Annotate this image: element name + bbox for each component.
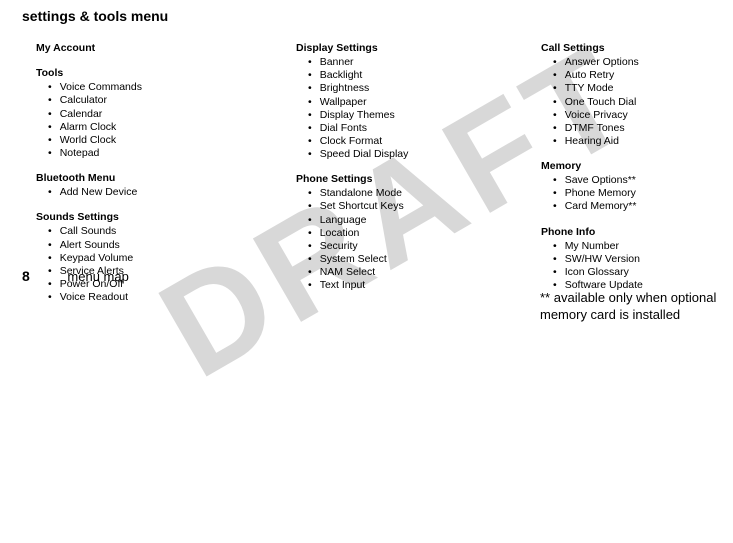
menu-list: Answer Options Auto Retry TTY Mode One T… xyxy=(541,56,721,148)
list-item: Brightness xyxy=(308,82,541,95)
menu-list: Call Sounds Alert Sounds Keypad Volume S… xyxy=(36,225,296,304)
menu-list: Standalone Mode Set Shortcut Keys Langua… xyxy=(296,187,541,292)
list-item: Voice Commands xyxy=(48,81,296,94)
list-item: Icon Glossary xyxy=(553,266,721,279)
list-item: Calendar xyxy=(48,108,296,121)
section-heading: My Account xyxy=(36,42,296,55)
list-item: Auto Retry xyxy=(553,69,721,82)
list-item: My Number xyxy=(553,240,721,253)
section-heading: Sounds Settings xyxy=(36,211,296,224)
page-number: 8 xyxy=(22,268,30,284)
section-heading: Display Settings xyxy=(296,42,541,55)
list-item: Speed Dial Display xyxy=(308,148,541,161)
list-item: Save Options** xyxy=(553,174,721,187)
list-item: Alarm Clock xyxy=(48,121,296,134)
column-3: Call Settings Answer Options Auto Retry … xyxy=(541,42,721,304)
list-item: Dial Fonts xyxy=(308,122,541,135)
section-heading: Phone Settings xyxy=(296,173,541,186)
list-item: TTY Mode xyxy=(553,82,721,95)
column-1: My Account Tools Voice Commands Calculat… xyxy=(36,42,296,304)
list-item: Security xyxy=(308,240,541,253)
list-item: System Select xyxy=(308,253,541,266)
section-heading: Phone Info xyxy=(541,226,721,239)
list-item: Call Sounds xyxy=(48,225,296,238)
list-item: Standalone Mode xyxy=(308,187,541,200)
list-item: Set Shortcut Keys xyxy=(308,200,541,213)
list-item: Hearing Aid xyxy=(553,135,721,148)
list-item: DTMF Tones xyxy=(553,122,721,135)
page-content: settings & tools menu My Account Tools V… xyxy=(0,0,733,304)
list-item: Wallpaper xyxy=(308,96,541,109)
list-item: Add New Device xyxy=(48,186,296,199)
list-item: Text Input xyxy=(308,279,541,292)
column-2: Display Settings Banner Backlight Bright… xyxy=(296,42,541,304)
list-item: Calculator xyxy=(48,94,296,107)
list-item: Voice Privacy xyxy=(553,109,721,122)
list-item: Alert Sounds xyxy=(48,239,296,252)
list-item: Keypad Volume xyxy=(48,252,296,265)
list-item: Display Themes xyxy=(308,109,541,122)
section-heading: Memory xyxy=(541,160,721,173)
menu-list: My Number SW/HW Version Icon Glossary So… xyxy=(541,240,721,293)
list-item: SW/HW Version xyxy=(553,253,721,266)
section-heading: Tools xyxy=(36,67,296,80)
list-item: Clock Format xyxy=(308,135,541,148)
list-item: Notepad xyxy=(48,147,296,160)
menu-list: Add New Device xyxy=(36,186,296,199)
footnote: ** available only when optional memory c… xyxy=(540,290,730,324)
list-item: Backlight xyxy=(308,69,541,82)
list-item: Language xyxy=(308,214,541,227)
menu-list: Save Options** Phone Memory Card Memory*… xyxy=(541,174,721,213)
list-item: Answer Options xyxy=(553,56,721,69)
list-item: Card Memory** xyxy=(553,200,721,213)
menu-list: Banner Backlight Brightness Wallpaper Di… xyxy=(296,56,541,161)
menu-list: Voice Commands Calculator Calendar Alarm… xyxy=(36,81,296,160)
list-item: One Touch Dial xyxy=(553,96,721,109)
page-footer: 8 menu map xyxy=(22,268,129,284)
list-item: Phone Memory xyxy=(553,187,721,200)
list-item: NAM Select xyxy=(308,266,541,279)
footer-label: menu map xyxy=(67,269,128,284)
page-title: settings & tools menu xyxy=(0,0,733,24)
section-heading: Call Settings xyxy=(541,42,721,55)
list-item: World Clock xyxy=(48,134,296,147)
list-item: Banner xyxy=(308,56,541,69)
list-item: Location xyxy=(308,227,541,240)
section-heading: Bluetooth Menu xyxy=(36,172,296,185)
menu-columns: My Account Tools Voice Commands Calculat… xyxy=(0,24,733,304)
list-item: Voice Readout xyxy=(48,291,296,304)
